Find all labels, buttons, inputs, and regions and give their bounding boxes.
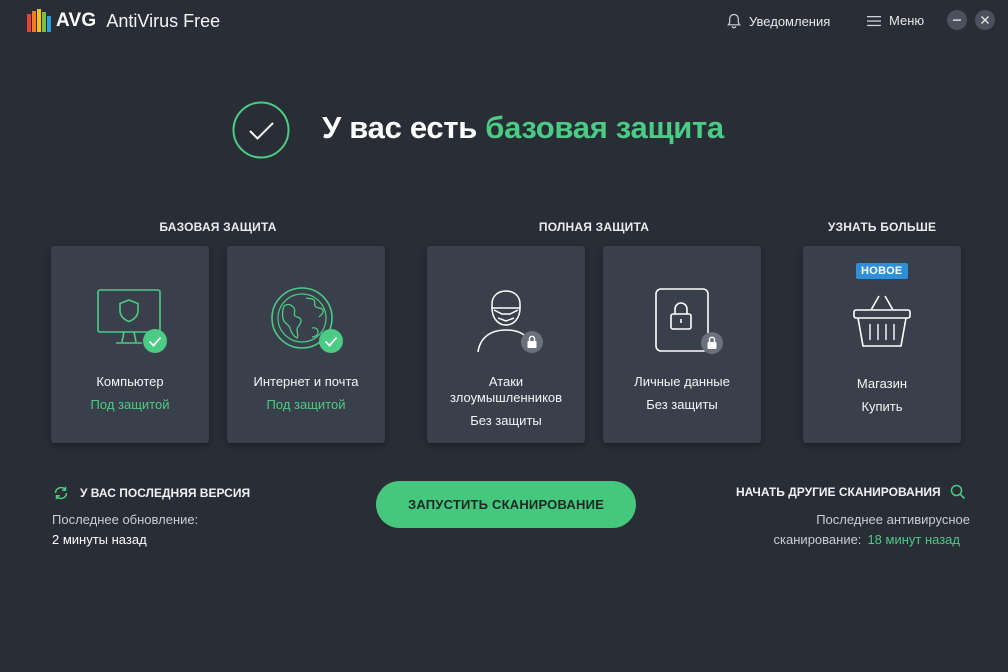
card-status: Без защиты bbox=[470, 413, 542, 428]
card-icon-wrap bbox=[227, 284, 385, 360]
status-highlight: базовая защита bbox=[485, 110, 724, 145]
card-icon-wrap bbox=[427, 284, 585, 360]
other-scans-link[interactable]: НАЧАТЬ ДРУГИЕ СКАНИРОВАНИЯ bbox=[736, 484, 966, 500]
last-scan-row: сканирование: 18 минут назад bbox=[774, 532, 960, 547]
card-internet-mail[interactable]: Интернет и почта Под защитой bbox=[227, 246, 385, 443]
card-title-line2: злоумышленников bbox=[449, 390, 563, 405]
last-scan-value: 18 минут назад bbox=[867, 532, 960, 547]
card-status: Под защитой bbox=[90, 397, 170, 412]
new-badge: НОВОЕ bbox=[856, 263, 908, 279]
notifications-label: Уведомления bbox=[749, 13, 831, 29]
avg-logo-icon bbox=[27, 9, 51, 32]
protection-status-title: У вас есть базовая защита bbox=[322, 110, 724, 146]
card-status: Без защиты bbox=[646, 397, 718, 412]
search-icon bbox=[950, 484, 965, 500]
update-status: У ВАС ПОСЛЕДНЯЯ ВЕРСИЯ bbox=[52, 485, 250, 501]
minimize-icon bbox=[953, 19, 961, 21]
card-title: Интернет и почта bbox=[253, 374, 359, 389]
brand-name: AVG bbox=[56, 10, 97, 31]
last-scan-label: Последнее антивирусное bbox=[816, 512, 970, 527]
other-scans-label: НАЧАТЬ ДРУГИЕ СКАНИРОВАНИЯ bbox=[736, 485, 941, 499]
card-hacker-attacks[interactable]: Атаки злоумышленников Без защиты bbox=[427, 246, 585, 443]
last-scan-label-2: сканирование: bbox=[773, 532, 862, 547]
card-title: Атаки злоумышленников bbox=[431, 374, 581, 406]
card-title: Магазин bbox=[856, 376, 908, 391]
close-icon bbox=[981, 16, 989, 24]
globe-icon bbox=[271, 287, 343, 353]
notifications-button[interactable]: Уведомления bbox=[727, 13, 830, 29]
card-icon-wrap bbox=[803, 290, 961, 366]
menu-label: Меню bbox=[889, 13, 925, 28]
section-more-heading: УЗНАТЬ БОЛЬШЕ bbox=[827, 220, 937, 234]
product-name: AntiVirus Free bbox=[106, 10, 221, 31]
refresh-icon bbox=[54, 486, 68, 500]
basket-icon bbox=[853, 295, 911, 347]
card-title: Компьютер bbox=[96, 374, 164, 389]
card-title-line1: Атаки bbox=[488, 374, 524, 389]
logo: AVG AntiVirus Free bbox=[26, 8, 220, 34]
close-button[interactable] bbox=[975, 10, 995, 30]
card-computer[interactable]: Компьютер Под защитой bbox=[51, 246, 209, 443]
card-icon-wrap bbox=[51, 284, 209, 360]
menu-button[interactable]: Меню bbox=[867, 13, 924, 28]
protected-check-icon bbox=[232, 101, 290, 159]
last-update-label: Последнее обновление: bbox=[52, 512, 199, 527]
title-bar: AVG AntiVirus Free Уведомления Меню bbox=[0, 0, 1008, 44]
buy-link[interactable]: Купить bbox=[807, 399, 957, 415]
run-scan-button[interactable]: ЗАПУСТИТЬ СКАНИРОВАНИЕ bbox=[376, 481, 636, 528]
hamburger-icon bbox=[867, 15, 881, 26]
latest-version-label: У ВАС ПОСЛЕДНЯЯ ВЕРСИЯ bbox=[80, 486, 251, 500]
lock-document-icon bbox=[655, 288, 723, 354]
card-title: Личные данные bbox=[634, 374, 730, 389]
card-personal-data[interactable]: Личные данные Без защиты bbox=[603, 246, 761, 443]
card-icon-wrap bbox=[603, 284, 761, 360]
app-window: AVG AntiVirus Free Уведомления Меню У ва… bbox=[0, 0, 1008, 672]
hacker-icon bbox=[477, 290, 543, 353]
last-update-value: 2 минуты назад bbox=[52, 532, 147, 547]
section-basic-heading: БАЗОВАЯ ЗАЩИТА bbox=[159, 220, 277, 234]
bell-icon bbox=[727, 13, 741, 29]
section-full-heading: ПОЛНАЯ ЗАЩИТА bbox=[538, 220, 650, 234]
minimize-button[interactable] bbox=[947, 10, 967, 30]
status-prefix: У вас есть bbox=[322, 110, 486, 145]
card-status: Под защитой bbox=[266, 397, 346, 412]
monitor-shield-icon bbox=[97, 289, 167, 353]
